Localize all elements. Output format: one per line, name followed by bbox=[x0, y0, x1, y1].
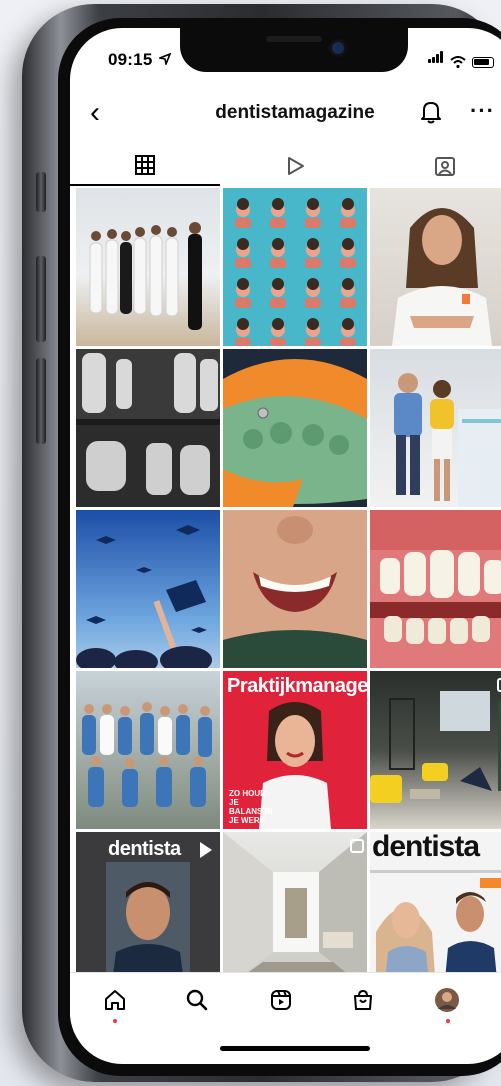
post-clinic-duo[interactable] bbox=[370, 349, 501, 507]
magazine-title: dentista bbox=[108, 838, 181, 860]
search-icon bbox=[186, 989, 208, 1011]
wifi-icon bbox=[450, 56, 466, 68]
post-dentista-cover-dark[interactable]: dentista bbox=[76, 832, 220, 990]
screen: 09:15 ‹ dentistamagazine ··· Praktijkman… bbox=[70, 28, 501, 1064]
tab-grid[interactable] bbox=[70, 146, 220, 186]
home-icon bbox=[105, 990, 125, 1010]
silent-switch bbox=[36, 172, 46, 212]
post-team-photo[interactable] bbox=[76, 188, 220, 346]
post-praktijkmanager-cover[interactable]: Praktijkmanager ZO HOUD JE BALANS IN JE … bbox=[223, 671, 367, 829]
status-icons bbox=[428, 50, 494, 68]
status-time: 09:15 bbox=[108, 50, 172, 70]
post-smile-closeup[interactable] bbox=[223, 510, 367, 668]
post-dental-xray[interactable] bbox=[76, 349, 220, 507]
location-arrow-icon bbox=[157, 52, 172, 67]
shop-icon bbox=[354, 989, 372, 1010]
nav-profile[interactable] bbox=[432, 985, 462, 1023]
nav-search[interactable] bbox=[182, 985, 212, 1015]
nav-home[interactable] bbox=[100, 985, 130, 1023]
profile-header: ‹ dentistamagazine ··· bbox=[70, 94, 501, 138]
speaker bbox=[266, 36, 322, 42]
more-options-icon[interactable]: ··· bbox=[470, 98, 495, 124]
profile-tabs bbox=[70, 146, 501, 186]
tab-tagged[interactable] bbox=[370, 146, 501, 186]
tagged-person-icon bbox=[435, 157, 455, 176]
post-dentista-cover-white[interactable]: dentista bbox=[370, 832, 501, 990]
signal-icon bbox=[428, 50, 444, 68]
post-expressions-collage[interactable] bbox=[223, 188, 367, 346]
post-graduation-caps[interactable] bbox=[76, 510, 220, 668]
bottom-nav bbox=[70, 972, 501, 1033]
play-icon bbox=[288, 157, 304, 175]
reels-icon bbox=[271, 990, 291, 1010]
camera bbox=[332, 42, 344, 54]
post-clinic-hallway[interactable] bbox=[223, 832, 367, 990]
posts-grid: Praktijkmanager ZO HOUD JE BALANS IN JE … bbox=[76, 188, 501, 990]
post-teeth-closeup[interactable] bbox=[370, 510, 501, 668]
notification-dot bbox=[446, 1019, 450, 1023]
grid-icon bbox=[135, 155, 155, 175]
bell-icon[interactable] bbox=[420, 100, 442, 124]
notification-dot bbox=[113, 1019, 117, 1023]
post-team-scrubs[interactable] bbox=[76, 671, 220, 829]
nav-reels[interactable] bbox=[266, 985, 296, 1015]
nav-shop[interactable] bbox=[348, 985, 378, 1015]
magazine-headline: ZO HOUD JE BALANS IN JE WERK bbox=[229, 789, 273, 825]
post-interior-lounge[interactable] bbox=[370, 671, 501, 829]
post-dentist-portrait[interactable] bbox=[370, 188, 501, 346]
volume-up-button bbox=[36, 256, 46, 342]
volume-down-button bbox=[36, 358, 46, 444]
notch bbox=[180, 28, 408, 72]
post-dental-impression[interactable] bbox=[223, 349, 367, 507]
battery-icon bbox=[472, 57, 494, 68]
home-indicator bbox=[220, 1046, 370, 1051]
avatar bbox=[435, 988, 459, 1012]
tab-reels[interactable] bbox=[220, 146, 370, 186]
